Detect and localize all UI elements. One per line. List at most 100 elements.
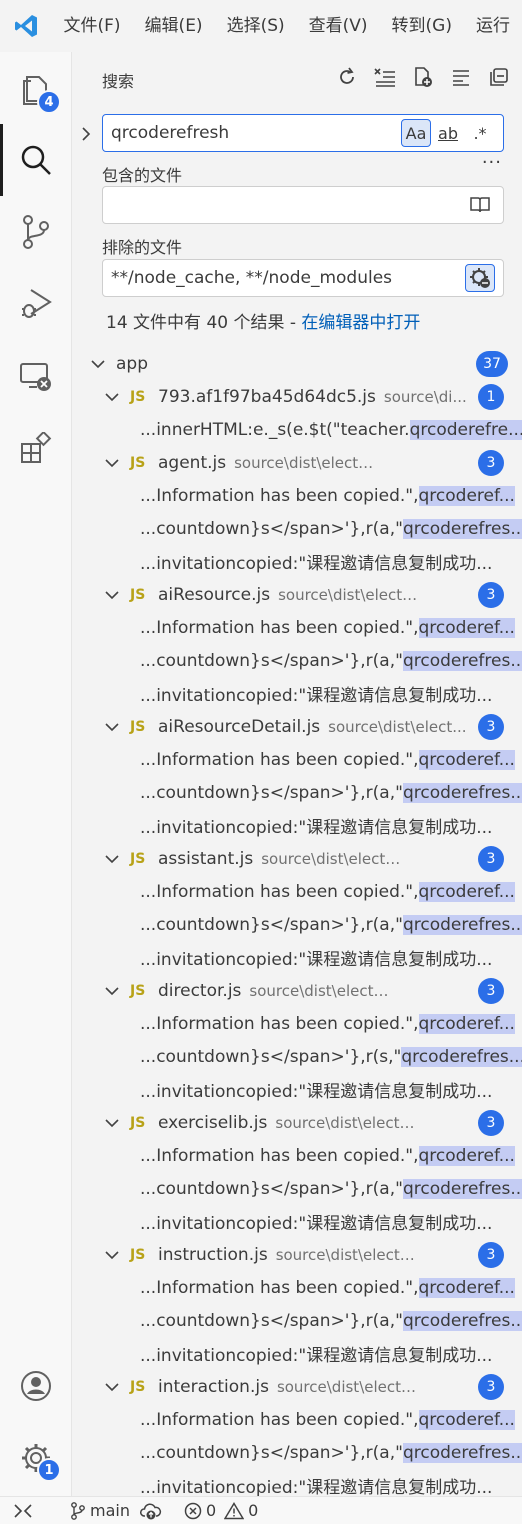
manage-button[interactable]: 1: [0, 1422, 72, 1494]
file-name: assistant.js: [158, 848, 254, 869]
branch-name: main: [90, 1501, 130, 1520]
js-file-icon: JS: [130, 454, 146, 471]
file-row[interactable]: JS instruction.js source\dist\electron 3: [72, 1238, 522, 1271]
chevron-down-icon: [104, 851, 120, 867]
exclude-input[interactable]: **/node_cache, **/node_modules: [102, 259, 504, 297]
toggle-replace-button[interactable]: [80, 122, 98, 146]
js-file-icon: JS: [130, 586, 146, 603]
match-row[interactable]: ...Information has been copied.", qrcoder…: [72, 1007, 522, 1040]
file-count-badge: 3: [478, 1109, 504, 1136]
chevron-down-icon: [90, 356, 106, 372]
search-open-editors-toggle[interactable]: [465, 191, 495, 219]
explorer-button[interactable]: 4: [0, 54, 72, 126]
match-row[interactable]: ...invitationcopied:"课程邀请信息复制成功...: [72, 677, 522, 710]
refresh-button[interactable]: [334, 64, 360, 90]
match-row[interactable]: ...innerHTML:e._s(e.$t("teacher. qrcodere…: [72, 413, 522, 446]
match-row[interactable]: ...Information has been copied.", qrcoder…: [72, 743, 522, 776]
match-case-toggle[interactable]: Aa: [401, 119, 431, 147]
menu-edit[interactable]: 编辑(E): [133, 0, 215, 52]
folder-name: app: [116, 353, 148, 374]
file-row[interactable]: JS agent.js source\dist\electron 3: [72, 446, 522, 479]
accounts-button[interactable]: [0, 1350, 72, 1422]
branch-item[interactable]: main: [70, 1501, 130, 1520]
match-highlight: qrcoderefres...: [402, 1442, 522, 1463]
file-row[interactable]: JS aiResource.js source\dist\electron 3: [72, 578, 522, 611]
match-row[interactable]: ...countdown}s</span>'},r(a," qrcoderefre…: [72, 512, 522, 545]
file-row[interactable]: JS assistant.js source\dist\electron 3: [72, 842, 522, 875]
match-row[interactable]: ...countdown}s</span>'},r(a," qrcoderefre…: [72, 1172, 522, 1205]
file-name: exerciselib.js: [158, 1112, 268, 1133]
file-row[interactable]: JS exerciselib.js source\dist\electron 3: [72, 1106, 522, 1139]
search-input[interactable]: qrcoderefresh Aa ab .*: [102, 114, 504, 152]
sync-item[interactable]: [139, 1502, 162, 1520]
vscode-logo-icon: [0, 0, 52, 52]
menu-run[interactable]: 运行: [464, 0, 522, 52]
file-row[interactable]: JS 793.af1f97ba45d64dc5.js source\di... 1: [72, 380, 522, 413]
file-row[interactable]: JS aiResourceDetail.js source\dist\elect..…: [72, 710, 522, 743]
match-row[interactable]: ...countdown}s</span>'},r(a," qrcoderefre…: [72, 776, 522, 809]
exclude-value[interactable]: **/node_cache, **/node_modules: [111, 268, 463, 288]
file-row[interactable]: JS interaction.js source\dist\electron 3: [72, 1370, 522, 1403]
match-row[interactable]: ...countdown}s</span>'},r(a," qrcoderefre…: [72, 1436, 522, 1469]
search-sidebar: 搜索 qrcoderefresh Aa ab .* ··· 包含的文件 排除的文…: [72, 52, 522, 1496]
search-view-button[interactable]: [0, 124, 72, 196]
match-prefix: ...invitationcopied:"课程邀请信息复制成功...: [140, 1214, 493, 1234]
match-row[interactable]: ...Information has been copied.", qrcoder…: [72, 1139, 522, 1172]
match-highlight: qrcoderefres...: [401, 1046, 522, 1067]
use-regex-toggle[interactable]: .*: [465, 119, 495, 147]
match-highlight: qrcoderef...: [418, 749, 515, 770]
folder-count-badge: 37: [476, 350, 508, 377]
match-highlight: qrcoderef...: [418, 1013, 515, 1034]
menu-file[interactable]: 文件(F): [52, 0, 133, 52]
remote-indicator[interactable]: [0, 1503, 46, 1519]
chevron-down-icon: [104, 983, 120, 999]
menu-view[interactable]: 查看(V): [297, 0, 380, 52]
match-row[interactable]: ...Information has been copied.", qrcoder…: [72, 1403, 522, 1436]
match-prefix: ...invitationcopied:"课程邀请信息复制成功...: [140, 950, 493, 970]
folder-row[interactable]: app 37: [72, 347, 522, 380]
view-as-tree-button[interactable]: [448, 64, 474, 90]
sidebar-actions: [334, 64, 512, 90]
match-row[interactable]: ...invitationcopied:"课程邀请信息复制成功...: [72, 545, 522, 578]
match-row[interactable]: ...invitationcopied:"课程邀请信息复制成功...: [72, 1205, 522, 1238]
match-prefix: ...invitationcopied:"课程邀请信息复制成功...: [140, 1478, 493, 1496]
match-row[interactable]: ...invitationcopied:"课程邀请信息复制成功...: [72, 1469, 522, 1496]
match-row[interactable]: ...Information has been copied.", qrcoder…: [72, 479, 522, 512]
file-row[interactable]: JS director.js source\dist\electron 3: [72, 974, 522, 1007]
use-exclude-settings-toggle[interactable]: [465, 264, 495, 292]
collapse-all-icon: [490, 68, 508, 86]
match-row[interactable]: ...invitationcopied:"课程邀请信息复制成功...: [72, 809, 522, 842]
match-highlight: qrcoderef...: [418, 617, 515, 638]
view-as-tree-icon: [453, 70, 469, 86]
search-query[interactable]: qrcoderefresh: [111, 123, 399, 143]
problems-item[interactable]: 0 0: [184, 1501, 258, 1520]
match-row[interactable]: ...Information has been copied.", qrcoder…: [72, 1271, 522, 1304]
chevron-right-icon: [82, 127, 91, 141]
collapse-all-button[interactable]: [486, 64, 512, 90]
new-search-editor-button[interactable]: [410, 64, 436, 90]
run-debug-button[interactable]: [0, 268, 72, 340]
match-row[interactable]: ...Information has been copied.", qrcoder…: [72, 875, 522, 908]
clear-results-button[interactable]: [372, 64, 398, 90]
include-input[interactable]: [102, 186, 504, 224]
branch-icon: [71, 1501, 85, 1520]
status-bar: main 0 0: [0, 1496, 522, 1524]
match-row[interactable]: ...countdown}s</span>'},r(a," qrcoderefre…: [72, 908, 522, 941]
match-whole-word-toggle[interactable]: ab: [433, 119, 463, 147]
remote-explorer-button[interactable]: [0, 340, 72, 412]
match-row[interactable]: ...countdown}s</span>'},r(a," qrcoderefre…: [72, 644, 522, 677]
menu-selection[interactable]: 选择(S): [215, 0, 297, 52]
match-row[interactable]: ...invitationcopied:"课程邀请信息复制成功...: [72, 1337, 522, 1370]
match-row[interactable]: ...countdown}s</span>'},r(a," qrcoderefre…: [72, 1304, 522, 1337]
match-row[interactable]: ...invitationcopied:"课程邀请信息复制成功...: [72, 1073, 522, 1106]
chevron-down-icon: [104, 587, 120, 603]
toggle-search-details-button[interactable]: ···: [482, 152, 502, 173]
menu-go[interactable]: 转到(G): [380, 0, 464, 52]
source-control-button[interactable]: [0, 196, 72, 268]
match-row[interactable]: ...Information has been copied.", qrcoder…: [72, 611, 522, 644]
open-in-editor-link[interactable]: 在编辑器中打开: [301, 313, 420, 333]
match-row[interactable]: ...invitationcopied:"课程邀请信息复制成功...: [72, 941, 522, 974]
match-row[interactable]: ...countdown}s</span>'},r(s," qrcoderefre…: [72, 1040, 522, 1073]
file-name: 793.af1f97ba45d64dc5.js: [158, 386, 376, 407]
extensions-button[interactable]: [0, 412, 72, 484]
